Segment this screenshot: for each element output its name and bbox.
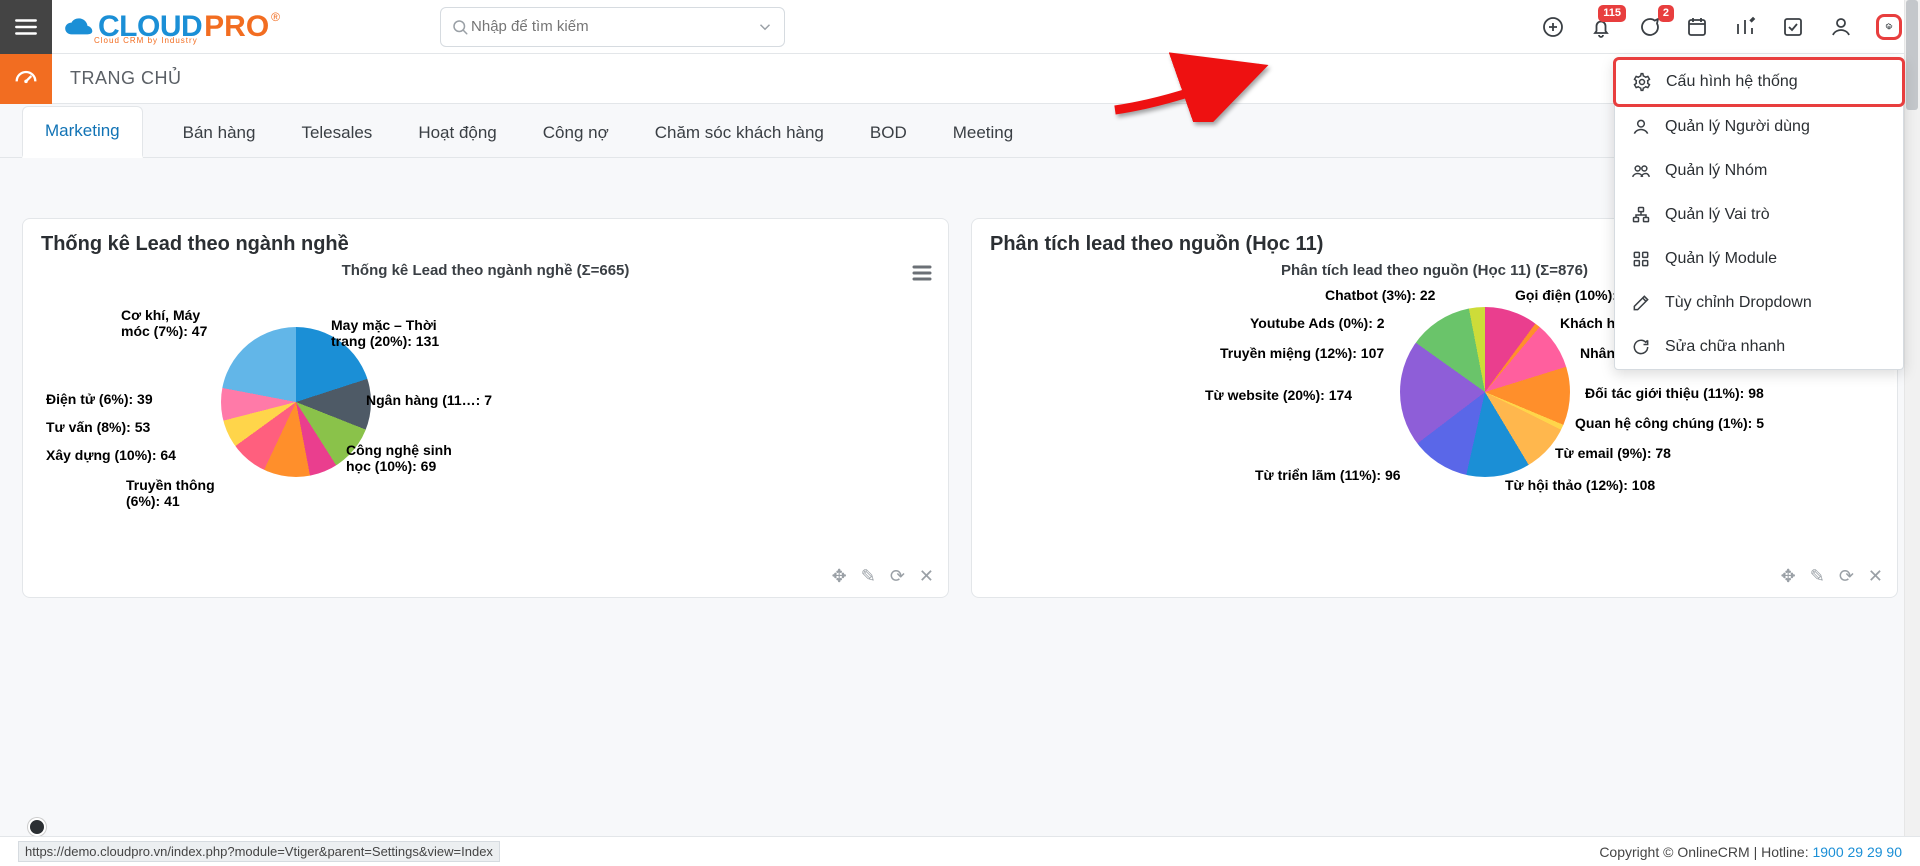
settings-item-group[interactable]: Quản lý Nhóm — [1615, 149, 1903, 193]
search-icon — [451, 18, 469, 36]
notifications-button[interactable]: 115 — [1588, 14, 1614, 40]
refresh-icon[interactable]: ⟳ — [890, 566, 905, 587]
tab-bán-hàng[interactable]: Bán hàng — [177, 109, 262, 157]
settings-item-edit[interactable]: Tùy chỉnh Dropdown — [1615, 281, 1903, 325]
dashboard-icon[interactable] — [0, 54, 52, 104]
scrollbar[interactable] — [1904, 0, 1920, 866]
bell-badge: 115 — [1598, 5, 1626, 22]
hamburger-menu[interactable] — [0, 0, 52, 54]
tab-bod[interactable]: BOD — [864, 109, 913, 157]
footer: https://demo.cloudpro.vn/index.php?modul… — [0, 836, 1920, 866]
logo-subtitle: Cloud CRM by Industry — [94, 36, 198, 45]
edit-icon[interactable]: ✎ — [1810, 566, 1825, 587]
hotline-number[interactable]: 1900 29 29 90 — [1812, 844, 1902, 860]
status-url: https://demo.cloudpro.vn/index.php?modul… — [18, 841, 500, 862]
hamburger-icon — [13, 14, 39, 40]
gear-icon — [1632, 72, 1652, 92]
widget-actions: ✥ ✎ ⟳ ✕ — [832, 566, 934, 587]
edit-icon — [1631, 293, 1651, 313]
global-search[interactable] — [440, 7, 785, 47]
widget-menu-icon[interactable] — [912, 265, 932, 284]
settings-item-user[interactable]: Quản lý Người dùng — [1615, 105, 1903, 149]
tab-chăm-sóc-khách-hàng[interactable]: Chăm sóc khách hàng — [649, 109, 830, 157]
search-input[interactable] — [469, 17, 756, 36]
page-title: TRANG CHỦ — [70, 68, 182, 89]
move-icon[interactable]: ✥ — [832, 566, 847, 587]
settings-item-refresh[interactable]: Sửa chữa nhanh — [1615, 325, 1903, 369]
tab-công-nợ[interactable]: Công nợ — [537, 109, 615, 157]
group-icon — [1631, 161, 1651, 181]
tab-marketing[interactable]: Marketing — [22, 106, 143, 158]
user-icon — [1631, 117, 1651, 137]
hotline-label: Hotline: — [1761, 844, 1808, 860]
settings-button[interactable] — [1876, 14, 1902, 40]
pie-chart-industry: May mặc – Thời trang (20%): 131 Ngân hàn… — [41, 287, 930, 547]
logo-text-pro: PRO — [204, 10, 269, 44]
tasks-button[interactable] — [1780, 14, 1806, 40]
tree-icon — [1631, 205, 1651, 225]
scrollbar-thumb[interactable] — [1906, 0, 1918, 110]
calendar-icon — [1685, 15, 1709, 39]
widget-title: Thống kê Lead theo ngành nghề — [41, 233, 930, 256]
check-square-icon — [1781, 15, 1805, 39]
tab-hoạt-động[interactable]: Hoạt động — [412, 109, 502, 157]
chevron-down-icon[interactable] — [756, 18, 774, 36]
topbar-actions: 115 2 — [1540, 14, 1902, 40]
move-icon[interactable]: ✥ — [1781, 566, 1796, 587]
chat-bubble-avatar[interactable] — [28, 818, 46, 836]
cloud-icon — [62, 16, 90, 38]
settings-item-tree[interactable]: Quản lý Vai trò — [1615, 193, 1903, 237]
chat-badge: 2 — [1658, 5, 1674, 22]
topbar: Cloud CRM by Industry CLOUD PRO ® 115 2 — [0, 0, 1920, 54]
modules-icon — [1631, 249, 1651, 269]
messages-button[interactable]: 2 — [1636, 14, 1662, 40]
widget-actions: ✥ ✎ ⟳ ✕ — [1781, 566, 1883, 587]
reports-button[interactable] — [1732, 14, 1758, 40]
settings-dropdown: Cấu hình hệ thốngQuản lý Người dùngQuản … — [1614, 58, 1904, 370]
chart-icon — [1733, 15, 1757, 39]
brand-logo[interactable]: Cloud CRM by Industry CLOUD PRO ® — [62, 10, 280, 44]
registered-mark: ® — [271, 10, 280, 24]
widget-lead-by-industry: Thống kê Lead theo ngành nghề Thống kê L… — [22, 218, 949, 598]
add-button[interactable] — [1540, 14, 1566, 40]
refresh-icon — [1631, 337, 1651, 357]
tab-telesales[interactable]: Telesales — [295, 109, 378, 157]
widget-subtitle: Thống kê Lead theo ngành nghề (Σ=665) — [41, 262, 930, 279]
edit-icon[interactable]: ✎ — [861, 566, 876, 587]
close-icon[interactable]: ✕ — [1868, 566, 1883, 587]
user-icon — [1829, 15, 1853, 39]
tab-meeting[interactable]: Meeting — [947, 109, 1019, 157]
copyright-text: Copyright © OnlineCRM — [1599, 844, 1749, 860]
calendar-button[interactable] — [1684, 14, 1710, 40]
profile-button[interactable] — [1828, 14, 1854, 40]
settings-item-gear[interactable]: Cấu hình hệ thống — [1613, 57, 1905, 107]
settings-item-modules[interactable]: Quản lý Module — [1615, 237, 1903, 281]
close-icon[interactable]: ✕ — [919, 566, 934, 587]
refresh-icon[interactable]: ⟳ — [1839, 566, 1854, 587]
gear-icon — [1885, 15, 1893, 39]
